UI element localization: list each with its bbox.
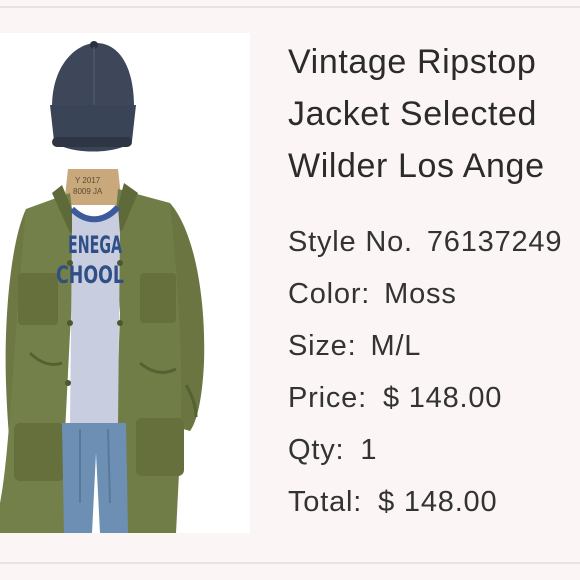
price-label: Price:	[288, 382, 367, 414]
product-title-line-3: Wilder Los Ange	[288, 147, 545, 185]
size-value: M/L	[370, 330, 422, 362]
total-value: $ 148.00	[378, 486, 498, 518]
product-photo-illustration: Y 2017 8009 JA ENEGA CHOOL	[0, 33, 250, 533]
mannequin-tag-line2: 8009 JA	[73, 187, 103, 196]
product-title-line-1: Vintage Ripstop	[288, 43, 537, 81]
product-card: Y 2017 8009 JA ENEGA CHOOL Vintage Ripst…	[0, 0, 580, 580]
top-divider	[0, 6, 580, 8]
size-row: Size: M/L	[288, 320, 580, 372]
size-label: Size:	[288, 330, 357, 362]
color-label: Color:	[288, 278, 371, 310]
style-number-row: Style No. 76137249	[288, 216, 580, 268]
style-number-label: Style No.	[288, 226, 413, 258]
mannequin-neck: Y 2017 8009 JA	[64, 169, 122, 205]
bottom-divider	[0, 562, 580, 564]
total-label: Total:	[288, 486, 363, 518]
price-value: $ 148.00	[382, 382, 503, 414]
tshirt-print-line1: ENEGA	[68, 231, 122, 259]
price-row: Price: $ 148.00	[288, 372, 580, 424]
color-value: Moss	[384, 278, 457, 310]
mannequin-tag-line1: Y 2017	[75, 176, 101, 185]
tshirt-print-line2: CHOOL	[56, 261, 124, 289]
style-number-value: 76137249	[426, 226, 563, 258]
product-title-line-2: Jacket Selected	[288, 95, 538, 133]
quantity-label: Qty:	[288, 434, 345, 466]
total-row: Total: $ 148.00	[288, 476, 580, 528]
quantity-value: 1	[360, 434, 378, 466]
product-details: Vintage Ripstop Jacket Selected Wilder L…	[288, 36, 580, 528]
quantity-row: Qty: 1	[288, 424, 580, 476]
color-row: Color: Moss	[288, 268, 580, 320]
product-photo[interactable]: Y 2017 8009 JA ENEGA CHOOL	[0, 33, 250, 533]
